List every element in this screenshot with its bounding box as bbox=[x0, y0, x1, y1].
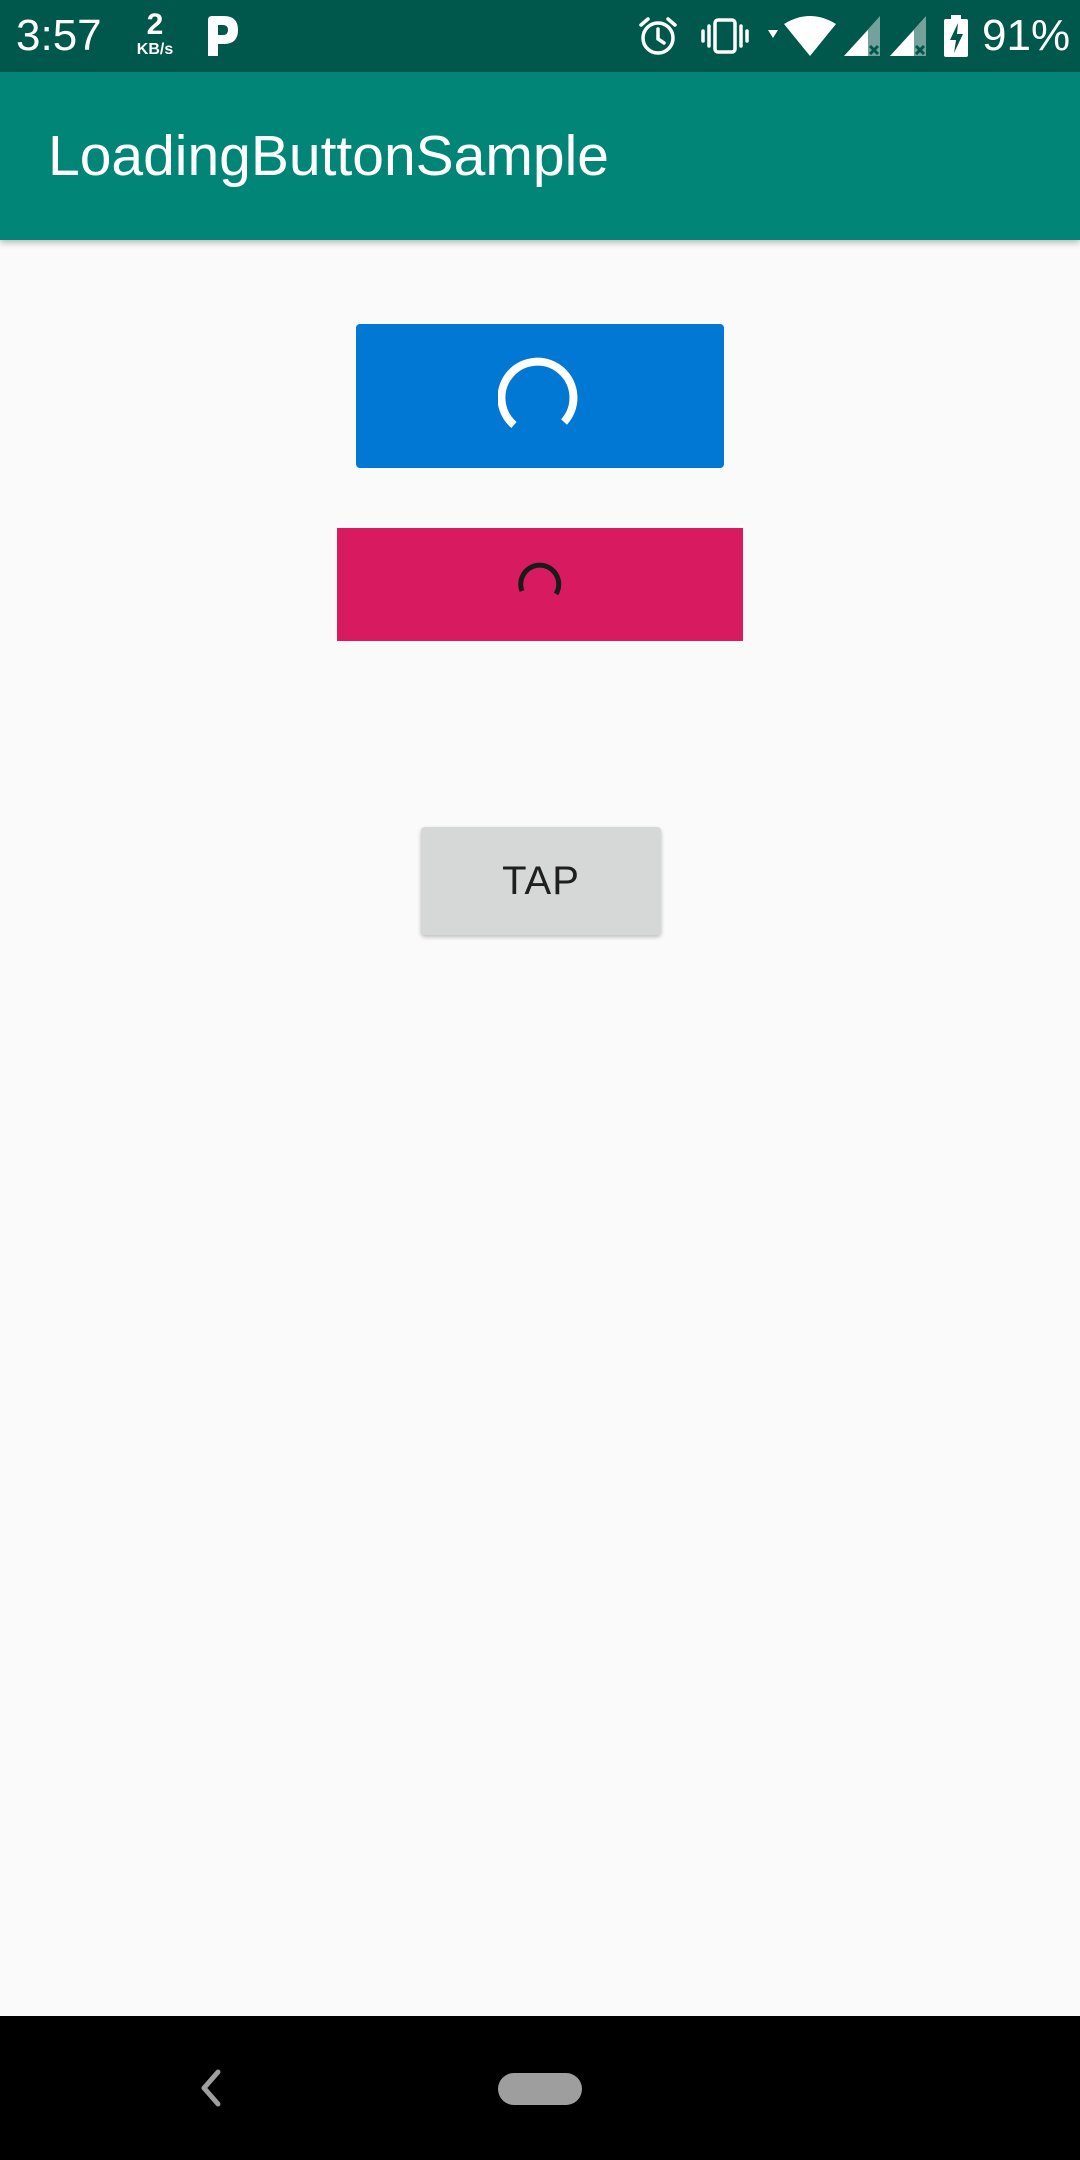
network-speed-unit: KB/s bbox=[136, 41, 174, 58]
loading-spinner-icon bbox=[518, 562, 562, 595]
p-app-icon bbox=[208, 16, 238, 56]
loading-button-secondary[interactable] bbox=[337, 528, 743, 641]
battery-charging-icon bbox=[944, 15, 968, 57]
status-bar: 3:57 2 KB/s 91% bbox=[0, 0, 1080, 72]
signal-icon bbox=[844, 16, 880, 56]
signal-icon bbox=[890, 16, 926, 56]
app-bar: LoadingButtonSample bbox=[0, 72, 1080, 240]
alarm-icon bbox=[639, 17, 677, 55]
wifi-icon bbox=[768, 16, 836, 56]
battery-percent: 91% bbox=[982, 11, 1071, 60]
back-icon[interactable] bbox=[190, 2064, 230, 2112]
status-time: 3:57 bbox=[16, 11, 102, 60]
loading-spinner-icon bbox=[498, 357, 578, 429]
vibrate-icon bbox=[701, 18, 749, 54]
app-title: LoadingButtonSample bbox=[48, 124, 609, 188]
tap-button[interactable]: TAP bbox=[421, 827, 661, 935]
home-pill-icon[interactable] bbox=[498, 2073, 582, 2105]
network-speed-value: 2 bbox=[146, 8, 164, 41]
navigation-bar bbox=[0, 2016, 1080, 2160]
loading-button-primary[interactable] bbox=[356, 324, 724, 468]
screen: 3:57 2 KB/s 91% LoadingButtonSample TAP bbox=[0, 0, 1080, 2160]
network-speed: 2 KB/s bbox=[130, 10, 180, 58]
